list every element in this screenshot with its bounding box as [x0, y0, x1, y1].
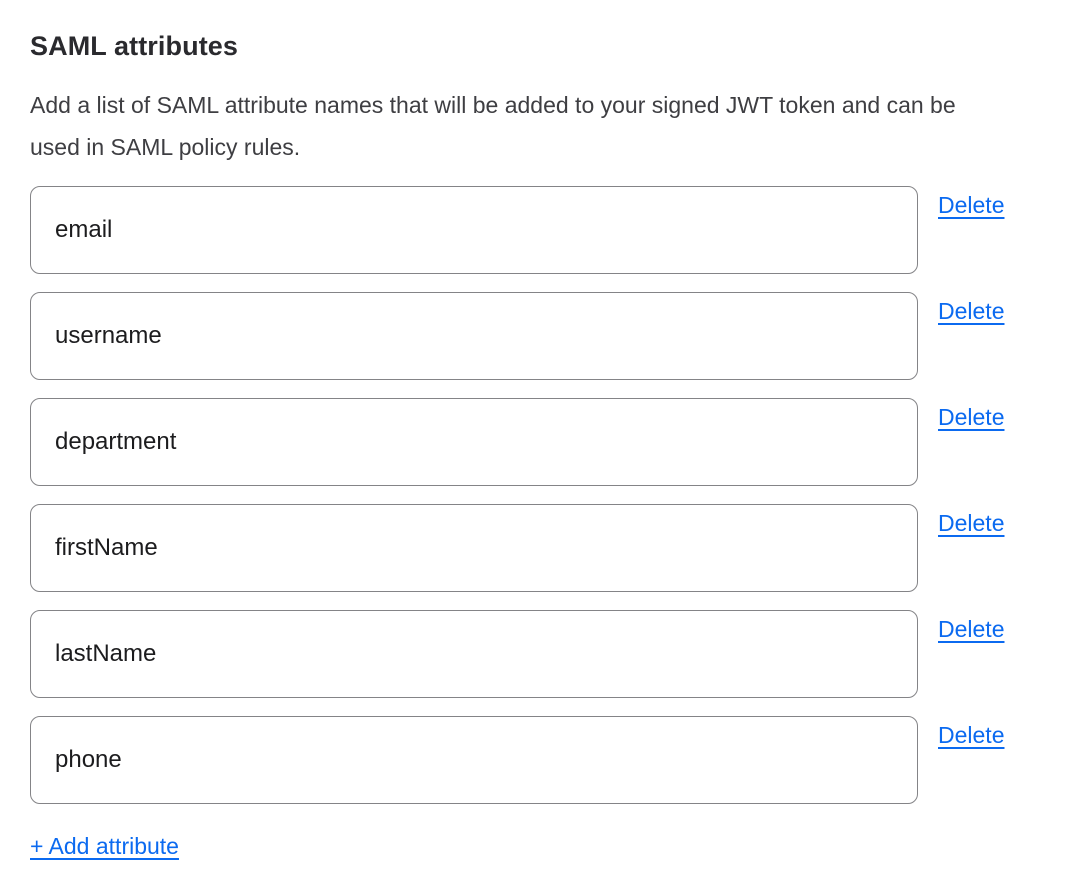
delete-attribute-link[interactable]: Delete [938, 403, 1004, 431]
attribute-row: Delete [30, 610, 1036, 698]
attribute-name-input[interactable] [30, 292, 918, 380]
attribute-name-input[interactable] [30, 610, 918, 698]
section-description: Add a list of SAML attribute names that … [30, 84, 995, 168]
add-attribute-link[interactable]: + Add attribute [30, 832, 179, 860]
attribute-name-input[interactable] [30, 398, 918, 486]
attribute-row: Delete [30, 504, 1036, 592]
delete-attribute-link[interactable]: Delete [938, 721, 1004, 749]
section-title: SAML attributes [30, 30, 1036, 62]
delete-attribute-link[interactable]: Delete [938, 191, 1004, 219]
attribute-name-input[interactable] [30, 716, 918, 804]
delete-attribute-link[interactable]: Delete [938, 509, 1004, 537]
saml-attributes-section: SAML attributes Add a list of SAML attri… [0, 0, 1066, 860]
attribute-name-input[interactable] [30, 504, 918, 592]
attribute-row: Delete [30, 292, 1036, 380]
delete-attribute-link[interactable]: Delete [938, 615, 1004, 643]
attribute-name-input[interactable] [30, 186, 918, 274]
page: SAML attributes Add a list of SAML attri… [0, 0, 1066, 886]
attribute-row: Delete [30, 186, 1036, 274]
attribute-list: Delete Delete Delete Delete Delete Delet… [30, 186, 1036, 804]
delete-attribute-link[interactable]: Delete [938, 297, 1004, 325]
attribute-row: Delete [30, 398, 1036, 486]
attribute-row: Delete [30, 716, 1036, 804]
